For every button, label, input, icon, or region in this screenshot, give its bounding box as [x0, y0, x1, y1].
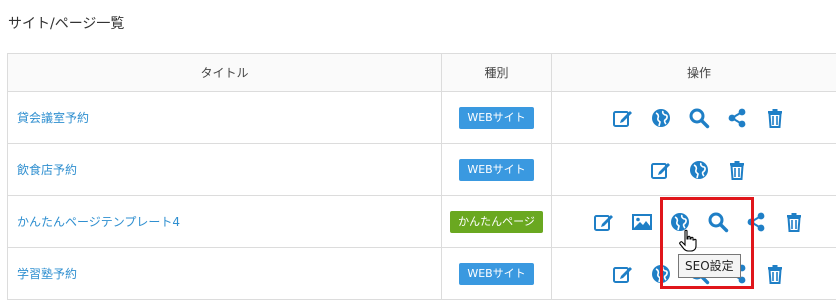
site-title-link[interactable]: 学習塾予約 [17, 265, 77, 282]
edit-icon[interactable] [604, 259, 642, 289]
edit-icon[interactable] [642, 155, 680, 185]
type-badge: WEBサイト [459, 158, 534, 181]
type-cell: WEBサイト [441, 248, 551, 299]
header-type: 種別 [441, 54, 551, 91]
hand-cursor-icon [679, 229, 697, 252]
edit-icon[interactable] [604, 103, 642, 133]
ops-cell [551, 92, 836, 143]
trash-icon[interactable] [775, 207, 813, 237]
table-row: かんたんページテンプレート4 かんたんページ [7, 196, 836, 248]
search-icon[interactable] [699, 207, 737, 237]
title-cell: 貸会議室予約 [7, 92, 441, 143]
globe-icon[interactable] [642, 259, 680, 289]
type-badge: WEBサイト [459, 106, 534, 129]
share-icon[interactable] [718, 103, 756, 133]
seo-tooltip: SEO設定 [678, 254, 741, 278]
header-ops: 操作 [551, 54, 836, 91]
title-cell: 飲食店予約 [7, 144, 441, 195]
site-title-link[interactable]: かんたんページテンプレート4 [17, 213, 180, 230]
type-badge: WEBサイト [459, 262, 534, 285]
image-icon[interactable] [623, 207, 661, 237]
table-header: タイトル 種別 操作 [7, 54, 836, 92]
ops-cell [551, 144, 836, 195]
globe-icon[interactable] [642, 103, 680, 133]
table-row: 貸会議室予約 WEBサイト [7, 92, 836, 144]
trash-icon[interactable] [718, 155, 756, 185]
trash-icon[interactable] [756, 259, 794, 289]
table-row: 飲食店予約 WEBサイト [7, 144, 836, 196]
globe-icon[interactable] [680, 155, 718, 185]
share-icon[interactable] [737, 207, 775, 237]
trash-icon[interactable] [756, 103, 794, 133]
title-cell: かんたんページテンプレート4 [7, 196, 441, 247]
type-cell: WEBサイト [441, 92, 551, 143]
edit-icon[interactable] [585, 207, 623, 237]
title-cell: 学習塾予約 [7, 248, 441, 299]
type-badge: かんたんページ [450, 210, 543, 233]
type-cell: かんたんページ [441, 196, 551, 247]
header-title: タイトル [7, 54, 441, 91]
site-title-link[interactable]: 貸会議室予約 [17, 109, 89, 126]
page-title: サイト/ページ一覧 [8, 16, 125, 32]
site-title-link[interactable]: 飲食店予約 [17, 161, 77, 178]
type-cell: WEBサイト [441, 144, 551, 195]
search-icon[interactable] [680, 103, 718, 133]
